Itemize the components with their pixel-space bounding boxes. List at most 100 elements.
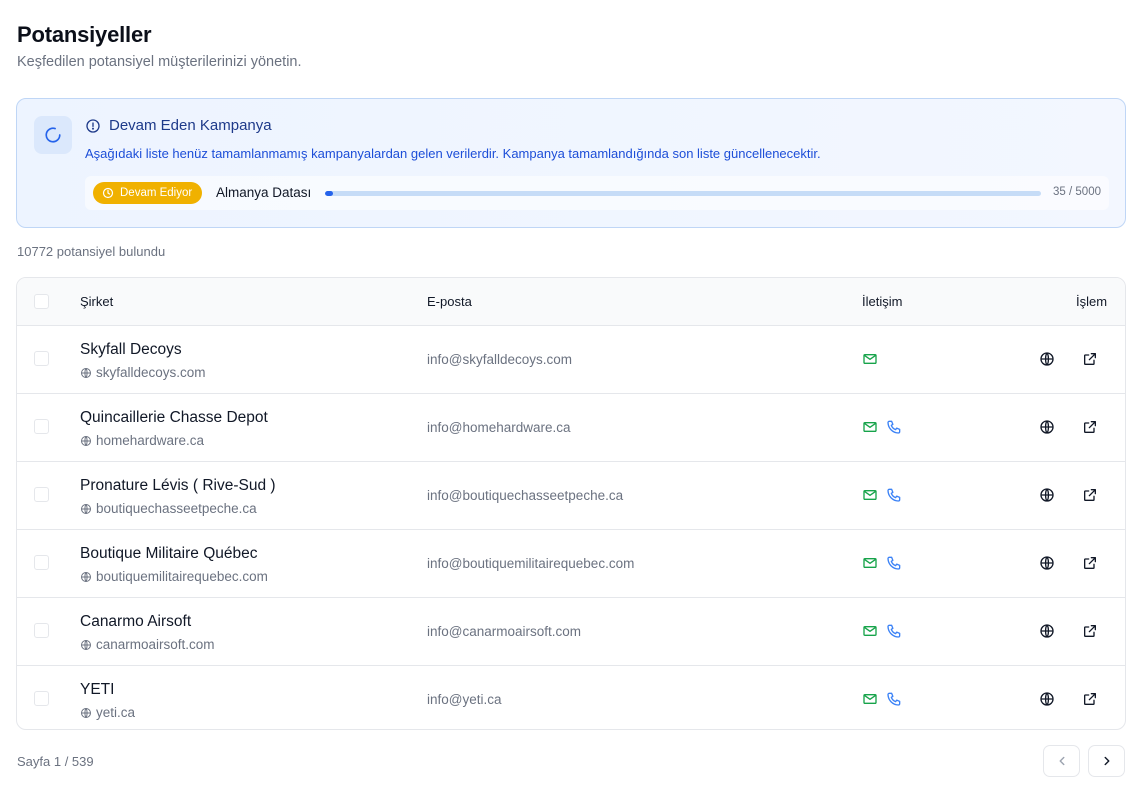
column-header-contact: İletişim bbox=[862, 294, 903, 309]
table-row: Skyfall Decoys skyfalldecoys.com info@sk… bbox=[17, 325, 1125, 393]
table-header: Şirket E-posta İletişim İşlem bbox=[17, 278, 1125, 325]
open-detail-button[interactable] bbox=[1082, 555, 1098, 571]
domain-text: yeti.ca bbox=[96, 705, 136, 720]
globe-icon bbox=[1040, 488, 1054, 502]
page-subtitle: Keşfedilen potansiyel müşterilerinizi yö… bbox=[17, 54, 302, 70]
website-button[interactable] bbox=[1039, 487, 1055, 503]
pagination-label: Sayfa 1 / 539 bbox=[17, 754, 94, 769]
loader-icon bbox=[44, 126, 62, 144]
table-row: Canarmo Airsoft canarmoairsoft.com info@… bbox=[17, 597, 1125, 665]
external-link-icon bbox=[1084, 353, 1096, 365]
globe-icon bbox=[1040, 352, 1054, 366]
globe-icon bbox=[80, 639, 92, 651]
website-button[interactable] bbox=[1039, 555, 1055, 571]
phone-icon[interactable] bbox=[886, 555, 902, 571]
domain-text: canarmoairsoft.com bbox=[96, 637, 215, 652]
info-circle-icon bbox=[85, 118, 101, 134]
open-detail-button[interactable] bbox=[1082, 691, 1098, 707]
mail-icon[interactable] bbox=[862, 555, 878, 571]
company-domain: boutiquechasseetpeche.ca bbox=[80, 501, 257, 516]
column-header-actions: İşlem bbox=[1076, 294, 1108, 309]
company-domain: yeti.ca bbox=[80, 705, 135, 720]
phone-icon[interactable] bbox=[886, 419, 902, 435]
contact-icons bbox=[862, 351, 878, 367]
campaign-progress-fill bbox=[325, 191, 333, 196]
company-domain: skyfalldecoys.com bbox=[80, 365, 206, 380]
phone-icon[interactable] bbox=[886, 487, 902, 503]
globe-icon bbox=[80, 571, 92, 583]
select-all-checkbox[interactable] bbox=[34, 294, 49, 309]
result-count: 10772 potansiyel bulundu bbox=[17, 244, 166, 259]
globe-icon bbox=[1040, 692, 1054, 706]
open-detail-button[interactable] bbox=[1082, 487, 1098, 503]
globe-icon bbox=[80, 367, 92, 379]
next-page-button[interactable] bbox=[1088, 745, 1125, 777]
email-address: info@homehardware.ca bbox=[427, 420, 571, 435]
open-detail-button[interactable] bbox=[1082, 419, 1098, 435]
row-checkbox[interactable] bbox=[34, 555, 49, 570]
clock-icon bbox=[102, 187, 114, 199]
contact-icons bbox=[862, 487, 902, 503]
company-domain: boutiquemilitairequebec.com bbox=[80, 569, 268, 584]
phone-icon[interactable] bbox=[886, 691, 902, 707]
column-header-email: E-posta bbox=[427, 294, 472, 309]
contact-icons bbox=[862, 419, 902, 435]
campaign-progress-bar bbox=[325, 191, 1041, 196]
external-link-icon bbox=[1084, 489, 1096, 501]
website-button[interactable] bbox=[1039, 351, 1055, 367]
company-name: Pronature Lévis ( Rive-Sud ) bbox=[80, 477, 276, 494]
email-address: info@canarmoairsoft.com bbox=[427, 624, 582, 639]
row-checkbox[interactable] bbox=[34, 351, 49, 366]
globe-icon bbox=[80, 435, 92, 447]
table-row: Pronature Lévis ( Rive-Sud ) boutiquecha… bbox=[17, 461, 1125, 529]
chevron-left-icon bbox=[1055, 754, 1069, 768]
company-name: Boutique Militaire Québec bbox=[80, 545, 258, 562]
open-detail-button[interactable] bbox=[1082, 623, 1098, 639]
external-link-icon bbox=[1084, 625, 1096, 637]
company-domain: homehardware.ca bbox=[80, 433, 204, 448]
chevron-right-icon bbox=[1100, 754, 1114, 768]
contact-icons bbox=[862, 691, 902, 707]
website-button[interactable] bbox=[1039, 623, 1055, 639]
row-checkbox[interactable] bbox=[34, 419, 49, 434]
email-address: info@yeti.ca bbox=[427, 692, 502, 707]
external-link-icon bbox=[1084, 421, 1096, 433]
globe-icon bbox=[1040, 556, 1054, 570]
table-row: Boutique Militaire Québec boutiquemilita… bbox=[17, 529, 1125, 597]
external-link-icon bbox=[1084, 693, 1096, 705]
website-button[interactable] bbox=[1039, 419, 1055, 435]
mail-icon[interactable] bbox=[862, 691, 878, 707]
mail-icon[interactable] bbox=[862, 487, 878, 503]
status-badge: Devam Ediyor bbox=[93, 182, 203, 204]
table-row: Quincaillerie Chasse Depot homehardware.… bbox=[17, 393, 1125, 461]
globe-icon bbox=[80, 503, 92, 515]
phone-icon[interactable] bbox=[886, 623, 902, 639]
campaign-name: Almanya Datası bbox=[216, 185, 312, 200]
row-checkbox[interactable] bbox=[34, 623, 49, 638]
domain-text: boutiquechasseetpeche.ca bbox=[96, 501, 257, 516]
globe-icon bbox=[80, 707, 92, 719]
mail-icon[interactable] bbox=[862, 623, 878, 639]
mail-icon[interactable] bbox=[862, 419, 878, 435]
row-checkbox[interactable] bbox=[34, 691, 49, 706]
mail-icon[interactable] bbox=[862, 351, 878, 367]
prev-page-button[interactable] bbox=[1043, 745, 1080, 777]
company-name: Quincaillerie Chasse Depot bbox=[80, 409, 268, 426]
domain-text: skyfalldecoys.com bbox=[96, 365, 206, 380]
campaign-progress-row: Devam Ediyor Almanya Datası 35 / 5000 bbox=[85, 176, 1109, 210]
open-detail-button[interactable] bbox=[1082, 351, 1098, 367]
spinner-container bbox=[34, 116, 72, 154]
company-name: YETI bbox=[80, 681, 115, 698]
external-link-icon bbox=[1084, 557, 1096, 569]
website-button[interactable] bbox=[1039, 691, 1055, 707]
domain-text: homehardware.ca bbox=[96, 433, 205, 448]
campaign-progress-count: 35 / 5000 bbox=[1053, 186, 1101, 198]
status-label: Devam Ediyor bbox=[120, 187, 193, 199]
row-checkbox[interactable] bbox=[34, 487, 49, 502]
globe-icon bbox=[1040, 624, 1054, 638]
company-domain: canarmoairsoft.com bbox=[80, 637, 215, 652]
email-address: info@skyfalldecoys.com bbox=[427, 352, 573, 367]
campaign-banner: Devam Eden Kampanya Aşağıdaki liste henü… bbox=[16, 98, 1126, 228]
table-row: YETI yeti.ca info@yeti.ca bbox=[17, 665, 1125, 729]
contact-icons bbox=[862, 555, 902, 571]
